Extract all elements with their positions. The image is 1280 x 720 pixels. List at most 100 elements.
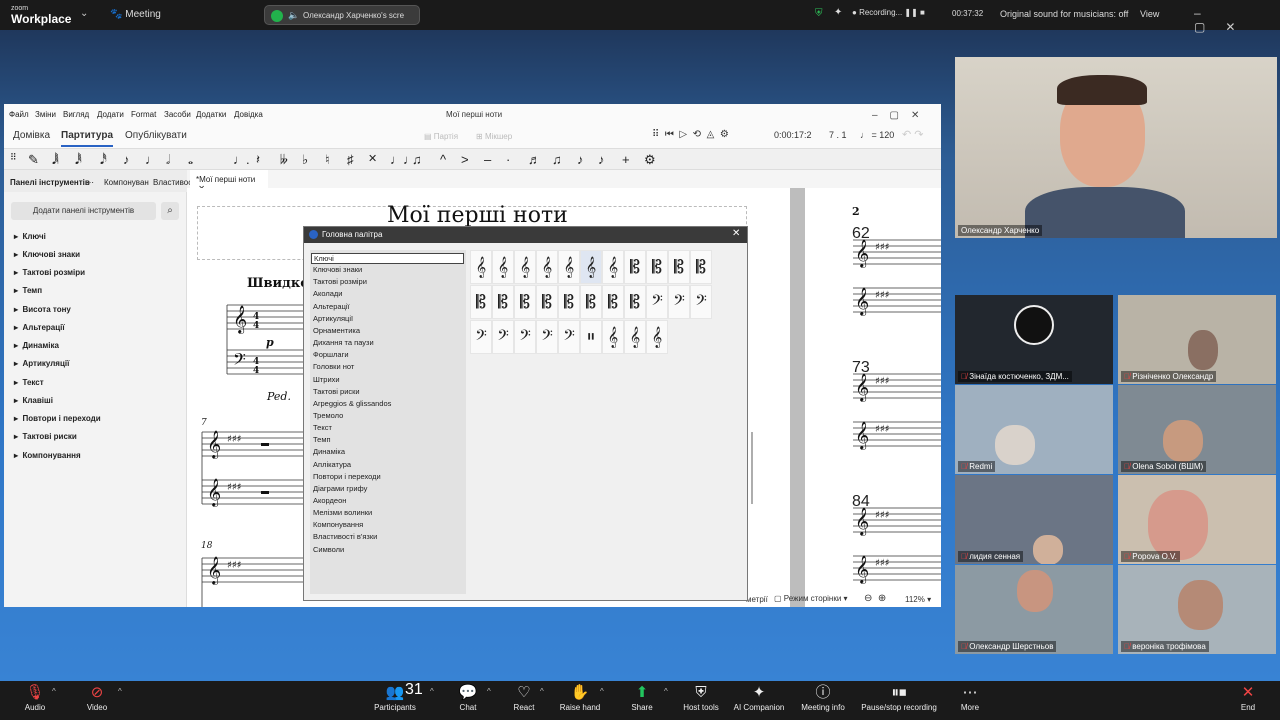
palette-category-item[interactable]: Аколади [313,289,343,298]
note-16th-icon[interactable]: 𝅘𝅥𝅰 [100,152,107,168]
clef-cell[interactable]: 𝄞 [514,250,536,284]
zoom-controls[interactable]: ⊖ ⊕ [864,593,886,604]
palette-category-item[interactable]: Альтерації [313,302,350,311]
clef-cell[interactable]: 𝄢 [536,320,558,354]
palette-item[interactable]: ▸ Ключові знаки [14,250,80,259]
recording-status[interactable]: ● Recording... ❚❚ ■ [852,8,925,17]
note-64th-icon[interactable]: 𝅘𝅥𝅲 [52,152,59,168]
palette-category-item[interactable]: Ключові знаки [313,265,362,274]
clef-cell[interactable]: 𝄞 [646,320,668,354]
chevron-down-icon[interactable]: ⌄ [80,8,88,19]
staccato-icon[interactable]: · [506,152,510,167]
marcato-icon[interactable]: ^ [440,152,446,167]
meeting-label[interactable]: 🐾 Meeting [110,9,161,20]
flat-icon[interactable]: ♭ [302,152,308,168]
react-caret[interactable]: ^ [540,687,544,696]
ms-window-controls[interactable]: –▢✕ [872,110,931,121]
clef-cell[interactable]: 𝄡 [690,250,712,284]
dot-icon[interactable]: ♩. [233,152,250,167]
ai-sparkle-icon[interactable]: ✦ [834,7,842,18]
palette-category-item[interactable]: Повтори і переходи [313,472,381,481]
voice-1-icon[interactable]: ♪ [577,152,584,167]
clef-cell[interactable]: 𝄡 [492,285,514,319]
palette-category-item[interactable]: Властивості в'язки [313,532,377,541]
palette-category-item[interactable]: Мелізми волинки [313,508,372,517]
gear-icon[interactable]: ⚙ [644,152,656,168]
palette-item[interactable]: ▸ Компонування [14,451,81,460]
note-quarter-icon[interactable]: ♩ [145,152,158,167]
clef-cell[interactable]: 𝄢 [558,320,580,354]
participant-tile[interactable]: 🎙̸ Olena Sobol (ВШМ) [1118,385,1276,474]
participant-tile[interactable]: 🎙̸ Зінаїда костюченко, ЗДМ... [955,295,1113,384]
tab-palettes[interactable]: Панелі інструментів [10,178,90,187]
clef-cell[interactable]: 𝄡 [602,285,624,319]
clef-cell[interactable]: 𝄞 [558,250,580,284]
clef-cell[interactable]: 𝄡 [668,250,690,284]
palette-item[interactable]: ▸ Текст [14,378,44,387]
note-whole-icon[interactable]: 𝅝 [188,152,193,168]
note-eighth-icon[interactable]: ♪ [123,152,130,167]
palette-category-item[interactable]: Текст [313,423,332,432]
pencil-icon[interactable]: ✎ [28,152,39,168]
window-controls[interactable]: –▢✕ [1194,6,1280,34]
clef-cell[interactable]: 𝄞 [470,250,492,284]
clef-cell[interactable]: 𝄞 [492,250,514,284]
palette-item[interactable]: ▸ Альтерації [14,323,65,332]
palette-category-item[interactable]: Символи [313,545,344,554]
double-flat-icon[interactable]: 𝄫 [280,152,288,168]
menu-format[interactable]: Format [131,110,156,119]
note-half-icon[interactable]: 𝅗𝅥 [166,152,170,168]
clef-cell[interactable]: 𝄡 [580,285,602,319]
clef-cell[interactable]: 𝄢 [690,285,712,319]
more-button[interactable]: ⋯ More [935,681,1005,712]
clef-cell[interactable]: 𝄡 [536,285,558,319]
palette-category-item[interactable]: Темп [313,435,331,444]
end-button[interactable]: ✕ End [1213,681,1280,712]
clef-cell[interactable]: 𝄢 [514,320,536,354]
palette-item[interactable]: ▸ Повтори і переходи [14,414,101,423]
menu-edit[interactable]: Зміни [35,110,56,119]
audio-options-caret[interactable]: ^ [52,687,56,696]
palette-category-item[interactable]: Тактові розміри [313,277,367,286]
clef-cell[interactable]: 𝄞 [536,250,558,284]
palette-category-item[interactable]: Штрихи [313,375,340,384]
palette-category-item[interactable]: Компонування [313,520,363,529]
palette-category-item[interactable]: Тремоло [313,411,343,420]
menu-add[interactable]: Додати [97,110,124,119]
participant-tile[interactable]: 🎙̸ вероніка трофімова [1118,565,1276,654]
palette-item[interactable]: ▸ Тактові розміри [14,268,85,277]
natural-icon[interactable]: ♮ [325,152,330,168]
page-mode-select[interactable]: ▢ Режим сторінки ▾ [774,594,848,603]
clef-cell[interactable]: 𝄥 [580,320,602,354]
tab-publish[interactable]: Опублікувати [125,130,187,141]
clef-cell[interactable]: 𝄡 [624,285,646,319]
participant-tile[interactable]: 🎙̸ Popova O.V. [1118,475,1276,564]
palette-item[interactable]: ▸ Тактові риски [14,432,77,441]
active-speaker-video[interactable]: Олександр Харченко [955,57,1277,238]
clef-cell[interactable]: 𝄞 [602,250,624,284]
clef-cell[interactable]: 𝄞 [602,320,624,354]
video-button[interactable]: ⊘ Video [62,681,132,712]
sharp-icon[interactable]: ♯ [347,152,354,167]
palette-item[interactable]: ▸ Висота тону [14,305,71,314]
drag-handle-icon[interactable]: ⠿ [10,152,17,163]
score-page-2[interactable]: 2 62 73 84 𝄞 𝄞 𝄞 𝄞 𝄞 𝄞 ♯♯♯ ♯♯♯ ♯♯♯ ♯♯♯ ♯… [805,188,941,607]
meeting-info-button[interactable]: ⓘ Meeting info [788,681,858,712]
participant-tile[interactable]: 🎙̸ лидия сенная [955,475,1113,564]
add-icon[interactable]: + [622,152,630,167]
palette-category-item[interactable]: Форшлаги [313,350,349,359]
tab-properties[interactable]: Властивос [153,178,192,187]
flip-icon[interactable]: ♫ [552,152,562,167]
raise-hand-button[interactable]: ✋ Raise hand [545,681,615,712]
clef-cell[interactable]: 𝄢 [668,285,690,319]
voice-2-icon[interactable]: ♪ [598,152,605,167]
palette-item[interactable]: ▸ Темп [14,286,42,295]
menu-file[interactable]: Файл [9,110,29,119]
clef-cell[interactable]: 𝄢 [646,285,668,319]
palette-category-item[interactable]: Акордеон [313,496,346,505]
menu-plugins[interactable]: Додатки [196,110,226,119]
clef-cell[interactable]: 𝄡 [470,285,492,319]
undo-redo-icon[interactable]: ↶ ↷ [902,128,924,141]
palette-item[interactable]: ▸ Клавіші [14,396,53,405]
screen-share-pill[interactable]: 🔈 Олександр Харченко's scre [264,5,420,25]
